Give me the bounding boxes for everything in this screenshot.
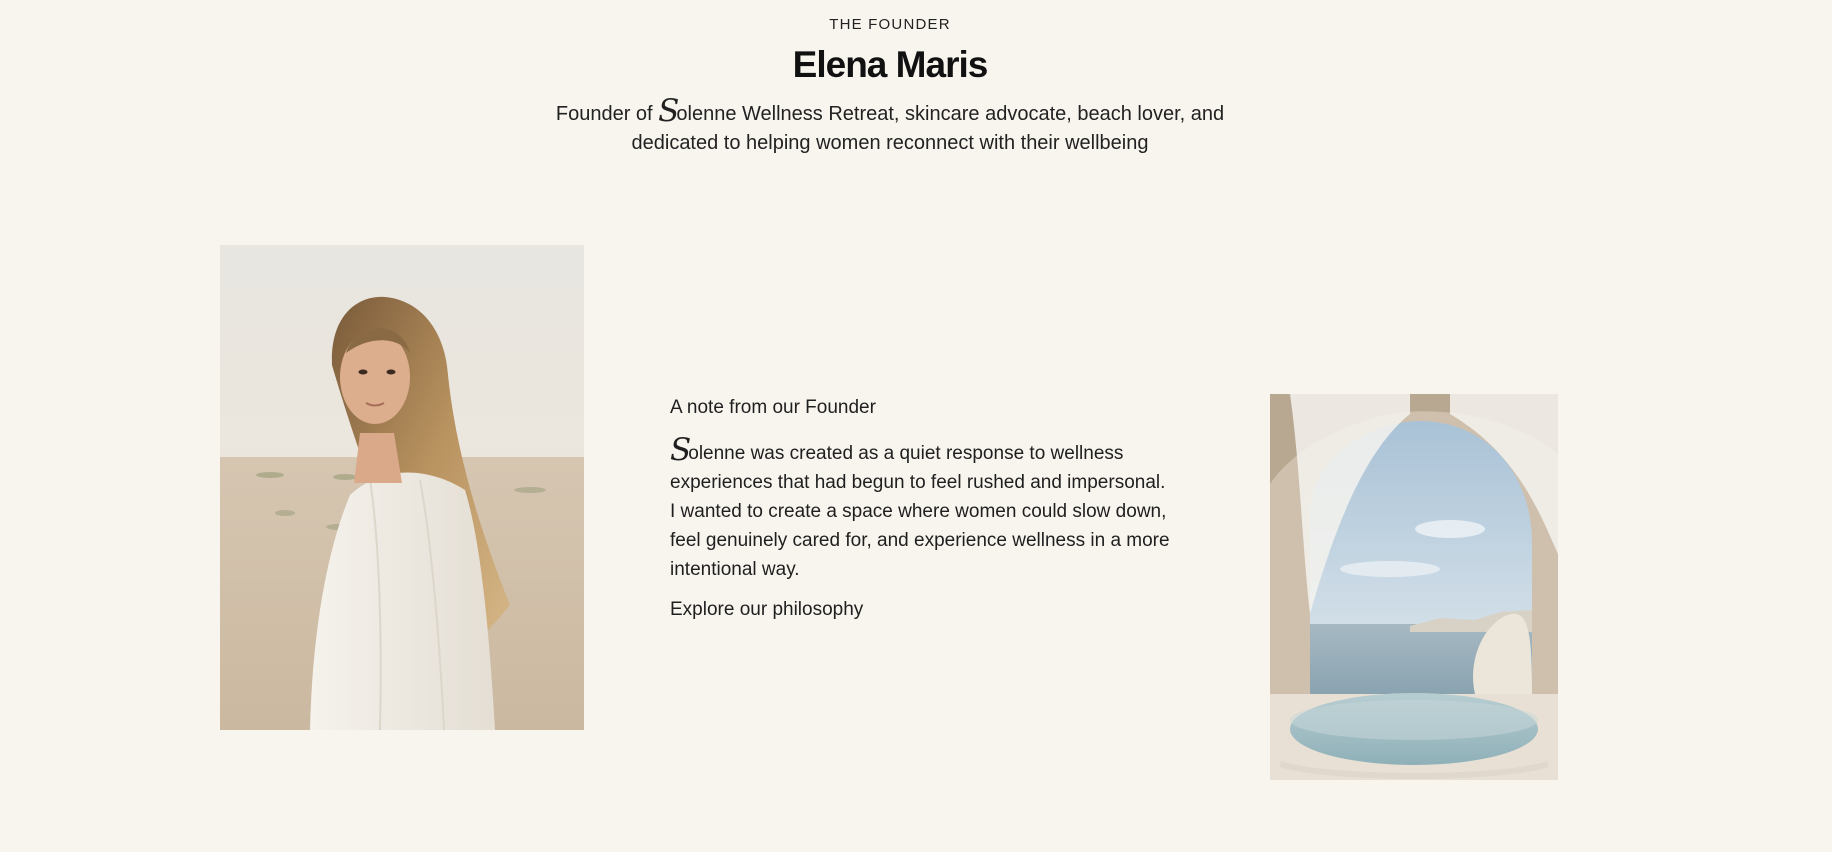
founder-subtitle: Founder of Solenne Wellness Retreat, ski…: [0, 95, 1780, 158]
founder-note: A note from our Founder Solenne was crea…: [670, 394, 1170, 624]
retreat-pool-illustration: [1270, 394, 1558, 780]
section-eyebrow: THE FOUNDER: [829, 16, 951, 33]
explore-philosophy-link[interactable]: Explore our philosophy: [670, 596, 863, 624]
founder-portrait-illustration: [220, 245, 584, 730]
note-body-text: olenne was created as a quiet response t…: [670, 443, 1170, 580]
subtitle-prefix: Founder of: [555, 103, 659, 125]
subtitle-line-2: dedicated to helping women reconnect wit…: [631, 132, 1149, 154]
founder-portrait-image: [220, 245, 584, 730]
note-heading: A note from our Founder: [670, 397, 876, 418]
brand-script-initial: S: [658, 93, 679, 129]
note-body: Solenne was created as a quiet response …: [670, 434, 1170, 584]
founder-name: Elena Maris: [792, 44, 989, 85]
retreat-pool-image: [1270, 394, 1558, 780]
note-brand-script-initial: S: [670, 432, 691, 468]
subtitle-line-1: olenne Wellness Retreat, skincare advoca…: [676, 103, 1225, 125]
